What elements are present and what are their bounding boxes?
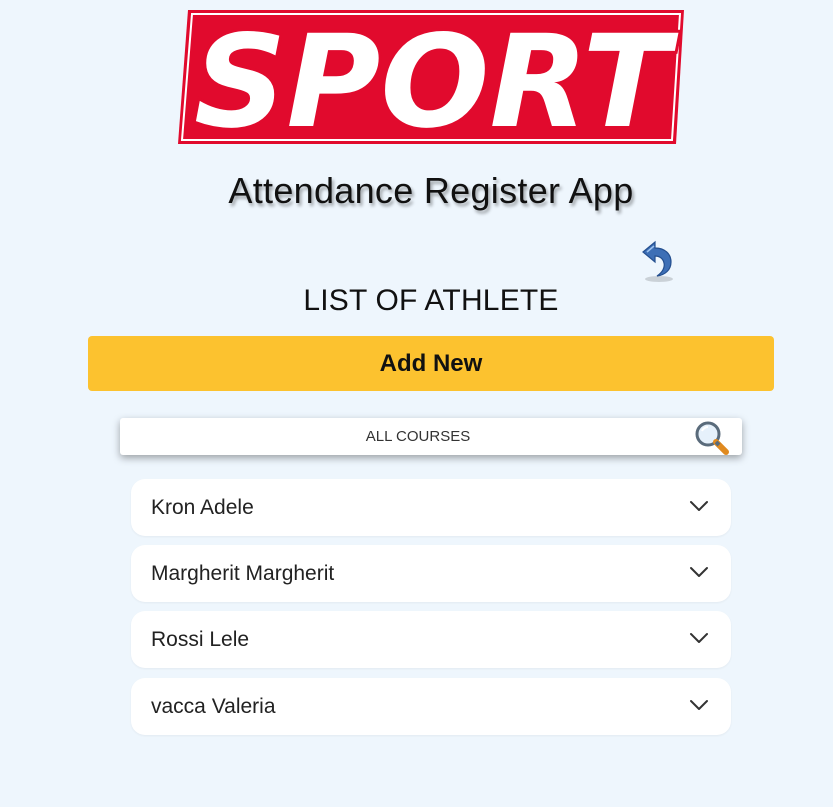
list-title: LIST OF ATHLETE bbox=[303, 284, 559, 317]
athlete-name: Kron Adele bbox=[151, 496, 254, 519]
athlete-item[interactable]: Rossi Lele bbox=[131, 611, 731, 668]
page: SPORT Attendance Register App LIST OF AT… bbox=[0, 0, 833, 807]
athlete-item[interactable]: Kron Adele bbox=[131, 479, 731, 536]
add-new-button[interactable]: Add New bbox=[88, 336, 774, 391]
chevron-down-icon[interactable] bbox=[689, 698, 709, 712]
athlete-item[interactable]: vacca Valeria bbox=[131, 678, 731, 735]
logo-text: SPORT bbox=[194, 8, 679, 148]
back-arrow-icon[interactable] bbox=[637, 238, 677, 284]
athlete-name: Rossi Lele bbox=[151, 628, 250, 651]
course-filter-select[interactable]: ALL COURSES bbox=[120, 418, 716, 455]
chevron-down-icon[interactable] bbox=[689, 631, 709, 645]
app-title: Attendance Register App bbox=[228, 170, 634, 211]
athlete-name: Margherit Margherit bbox=[151, 562, 335, 585]
magnifier-icon[interactable] bbox=[693, 419, 731, 457]
athlete-item[interactable]: Margherit Margherit bbox=[131, 545, 731, 602]
chevron-down-icon[interactable] bbox=[689, 565, 709, 579]
chevron-down-icon[interactable] bbox=[689, 499, 709, 513]
sport-logo: SPORT bbox=[178, 8, 684, 148]
athlete-name: vacca Valeria bbox=[151, 695, 276, 718]
course-filter-bar: ALL COURSES bbox=[120, 418, 742, 455]
